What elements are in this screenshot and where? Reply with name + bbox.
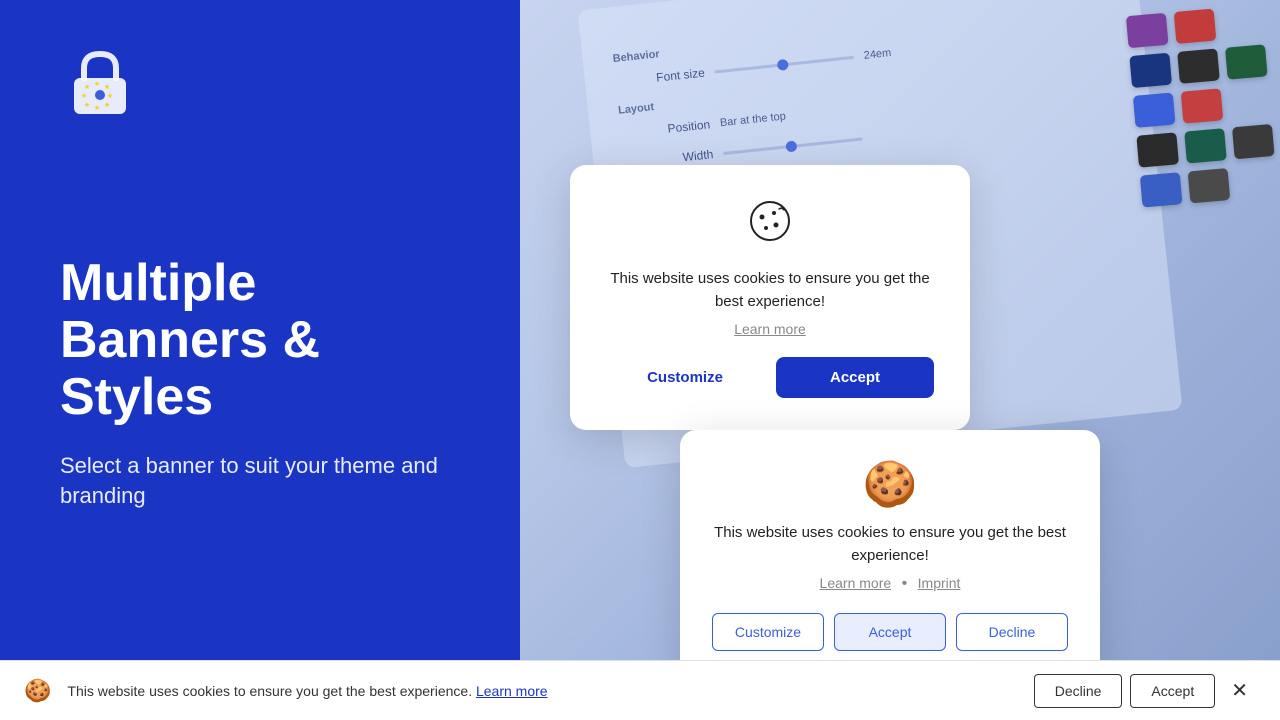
svg-text:★: ★: [94, 104, 100, 112]
bottom-bar-decline-button[interactable]: Decline: [1034, 674, 1123, 708]
banner2-accept-button[interactable]: Accept: [834, 613, 946, 651]
banner2-dot: •: [902, 575, 908, 592]
swatch-dark4[interactable]: [1188, 168, 1231, 203]
banner1-accept-button[interactable]: Accept: [776, 357, 934, 398]
color-swatches-area: [1126, 4, 1278, 207]
swatch-green2[interactable]: [1184, 128, 1227, 163]
close-button[interactable]: ✕: [1223, 674, 1256, 707]
bottom-bar-text: This website uses cookies to ensure you …: [67, 683, 1017, 699]
swatch-darkblue[interactable]: [1129, 53, 1172, 88]
svg-text:★: ★: [104, 101, 110, 109]
banner1-learn-more[interactable]: Learn more: [734, 321, 806, 337]
svg-text:★: ★: [84, 83, 90, 91]
swatch-blue1[interactable]: [1133, 93, 1176, 128]
svg-text:★: ★: [107, 92, 113, 100]
bottom-bar-accept-button[interactable]: Accept: [1130, 674, 1215, 708]
svg-text:★: ★: [81, 92, 87, 100]
main-headline: Multiple Banners & Styles: [60, 255, 460, 427]
eu-lock-icon: ★ ★ ★ ★ ★ ★ ★ ★: [60, 40, 140, 120]
bottom-bar-buttons: Decline Accept ✕: [1034, 674, 1256, 708]
position-label: Position: [620, 117, 711, 140]
swatch-green1[interactable]: [1225, 44, 1268, 79]
svg-text:★: ★: [84, 101, 90, 109]
swatch-blue2[interactable]: [1140, 172, 1183, 207]
banner2-imprint[interactable]: Imprint: [918, 575, 961, 591]
swatch-red2[interactable]: [1181, 88, 1224, 123]
cookie-banner-1: This website uses cookies to ensure you …: [570, 165, 970, 430]
font-size-value: 24em: [863, 47, 892, 62]
left-panel: ★ ★ ★ ★ ★ ★ ★ ★ Multiple Banners & Style…: [0, 0, 520, 660]
banner2-links-row: Learn more • Imprint: [712, 575, 1068, 593]
main-content: ★ ★ ★ ★ ★ ★ ★ ★ Multiple Banners & Style…: [0, 0, 1280, 660]
bottom-cookie-bar: 🍪 This website uses cookies to ensure yo…: [0, 660, 1280, 720]
lock-icon-container: ★ ★ ★ ★ ★ ★ ★ ★: [60, 40, 460, 125]
banner2-customize-button[interactable]: Customize: [712, 613, 824, 651]
banner2-learn-more[interactable]: Learn more: [820, 575, 892, 591]
bottom-bar-cookie-icon: 🍪: [24, 678, 51, 704]
position-value: Bar at the top: [719, 110, 786, 129]
swatch-dark2[interactable]: [1136, 132, 1179, 167]
banner1-text: This website uses cookies to ensure you …: [606, 268, 934, 313]
swatch-dark3[interactable]: [1232, 124, 1275, 159]
cookie-color-icon: 🍪: [712, 458, 1068, 510]
banner1-customize-button[interactable]: Customize: [606, 357, 764, 398]
swatch-purple[interactable]: [1126, 13, 1169, 48]
font-size-label: Font size: [614, 66, 705, 89]
bottom-bar-learn-more[interactable]: Learn more: [476, 683, 548, 699]
banner2-text: This website uses cookies to ensure you …: [712, 522, 1068, 567]
main-subheadline: Select a banner to suit your theme and b…: [60, 451, 460, 513]
banner2-decline-button[interactable]: Decline: [956, 613, 1068, 651]
swatch-dark1[interactable]: [1177, 48, 1220, 83]
cookie-outline-icon: [606, 197, 934, 256]
banner2-buttons: Customize Accept Decline: [712, 613, 1068, 651]
right-panel: Behavior Font size 24em Layout Position …: [520, 0, 1280, 660]
bottom-bar-main-text: This website uses cookies to ensure you …: [67, 683, 472, 699]
cookie-banner-2: 🍪 This website uses cookies to ensure yo…: [680, 430, 1100, 660]
svg-text:★: ★: [104, 83, 110, 91]
swatch-red1[interactable]: [1174, 9, 1217, 44]
banner1-buttons: Customize Accept: [606, 357, 934, 398]
svg-text:★: ★: [94, 80, 100, 88]
